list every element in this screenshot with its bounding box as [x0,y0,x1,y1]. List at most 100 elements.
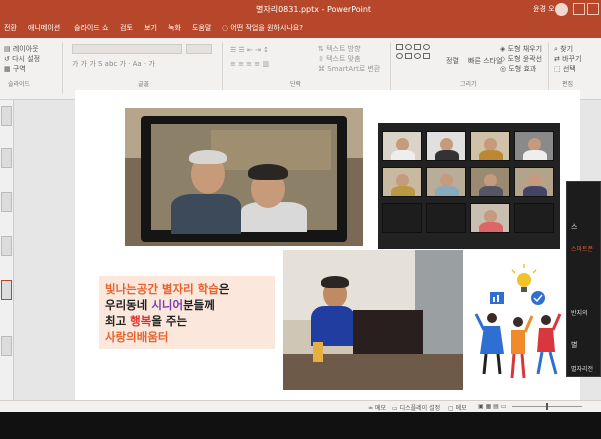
font-size-box[interactable] [186,44,212,54]
slide-text-box[interactable]: 빛나는공간 별자리 학습은 우리동네 시니어분들께 최고 행복을 주는 사랑의배… [99,276,275,349]
minimize-button[interactable] [587,3,599,15]
lightbulb-icon [511,264,537,292]
monitor [353,310,423,360]
monitor-bezel [0,412,601,439]
replace-button[interactable]: ⇄ 바꾸기 [554,54,581,64]
panel-text: 스 [571,223,578,231]
editing-group-label: 편집 [562,81,574,88]
shape-rect-icon [405,53,412,59]
participant-tile [514,167,554,197]
person-hair [189,150,227,164]
tab-view[interactable]: 보기 [144,23,157,33]
teamwork-illustration[interactable] [470,262,562,390]
reset-button[interactable]: ↺ 다시 설정 [4,54,40,64]
person-hair [321,276,349,288]
participant-tile [426,131,466,161]
arrange-button[interactable]: 정렬 [446,56,459,66]
check-icon [531,291,545,305]
tab-transitions[interactable]: 전환 [4,23,17,33]
list-buttons[interactable]: ☰ ☰ ⇤ ⇥ ↕ [230,46,269,54]
shape-oval-icon [414,53,421,59]
slide-thumbnail[interactable] [1,106,12,126]
text-line-2: 우리동네 시니어분들께 [105,298,215,312]
avatar[interactable] [555,3,568,16]
participant-tile [470,203,510,233]
drawing-group-label: 그리기 [460,81,477,88]
slide-thumbnail[interactable] [1,280,12,300]
account-name[interactable]: 윤경 오 [533,4,555,14]
tab-slideshow[interactable]: 슬라이드 쇼 [74,23,108,33]
shapes-gallery[interactable] [396,44,436,74]
laptop [141,116,347,242]
display-settings-button[interactable]: ▭ 디스플레이 설정 [392,403,440,412]
smartart-button[interactable]: ⌘ SmartArt로 변환 [318,64,380,74]
participant-tile [382,203,422,233]
shape-effects-button[interactable]: ◎ 도형 효과 [500,64,536,74]
panel-text: 반지의 [571,310,588,317]
slide-thumbnail[interactable] [1,336,12,356]
participant-tile [382,167,422,197]
slide-thumbnails [0,100,14,400]
text-line-1: 빛나는공간 별자리 학습은 [105,282,230,296]
chart-icon [490,292,504,304]
ribbon-tabs: 전환 애니메이션 슬라이드 쇼 검토 보기 녹화 도움말 ◌ 어떤 작업을 원하… [0,20,601,38]
slide-thumbnail[interactable] [1,148,12,168]
ribbon-display-button[interactable] [573,3,585,15]
person-hair [248,164,288,180]
tell-me-search[interactable]: ◌ 어떤 작업을 원하시나요? [222,23,303,33]
text-line-4: 사랑의배움터 [105,330,169,344]
divider [222,42,223,94]
text-line-3: 최고 행복을 주는 [105,314,188,328]
person-figure [474,313,504,375]
photo-woman-at-desk[interactable] [283,250,463,390]
slide-thumbnail[interactable] [1,192,12,212]
tab-help[interactable]: 도움말 [192,23,211,33]
zoom-chat-panel[interactable]: 스 스마트폰 반지의 별 별자리전 [566,181,601,377]
find-button[interactable]: ⌕ 찾기 [554,44,573,54]
participant-tile [382,131,422,161]
view-buttons[interactable]: ▣ ▦ ▤ ▭ [478,403,506,410]
divider [548,42,549,94]
person-figure [536,313,562,375]
divider [390,42,391,94]
photo-seniors-video-call[interactable] [125,108,363,246]
desk [283,354,463,390]
section-button[interactable]: ▦ 구역 [4,64,26,74]
photo-zoom-gallery[interactable] [378,123,560,249]
shape-rect-icon [414,44,421,50]
comments-button[interactable]: ▢ 메모 [448,403,467,412]
text-direction-button[interactable]: ⇅ 텍스트 방향 [318,44,361,54]
shape-rect-icon [396,44,403,50]
divider [62,42,63,94]
participant-tile [514,203,554,233]
participant-tile [514,131,554,161]
shape-outline-button[interactable]: ◇ 도형 윤곽선 [500,54,542,64]
zoom-slider-thumb[interactable] [546,403,548,410]
participant-tile [470,167,510,197]
tab-review[interactable]: 검토 [120,23,133,33]
person-shirt [311,306,355,346]
participant-tile [470,131,510,161]
participant-tile [426,203,466,233]
tab-record[interactable]: 녹화 [168,23,181,33]
shape-rect-icon [423,53,430,59]
select-button[interactable]: ⬚ 선택 [554,64,576,74]
shape-fill-button[interactable]: ◈ 도형 채우기 [500,44,542,54]
layout-button[interactable]: ▤ 레이아웃 [4,44,39,54]
tab-animations[interactable]: 애니메이션 [28,23,60,33]
cup [313,342,323,362]
align-buttons[interactable]: ≡ ≡ ≡ ≡ ▥ [230,60,269,68]
font-name-box[interactable] [72,44,182,54]
shape-oval-icon [423,44,430,50]
quick-styles-button[interactable]: 빠른 스타일 [468,56,502,66]
notes-button[interactable]: ≐ 메모 [368,403,386,412]
align-text-button[interactable]: ⇳ 텍스트 맞춤 [318,54,361,64]
laptop-screen [151,124,337,234]
status-bar: ≐ 메모 ▭ 디스플레이 설정 ▢ 메모 ▣ ▦ ▤ ▭ [0,400,601,412]
slide-thumbnail[interactable] [1,236,12,256]
font-format-buttons[interactable]: 가 가 가 S abc 가 · Aa · 가 [72,59,155,69]
panel-text: 별 [571,341,578,349]
title-bar: 별자리0831.pptx - PowerPoint 윤경 오 [0,0,601,20]
panel-text: 별자리전 [571,366,594,373]
panel-text: 스마트폰 [571,246,594,253]
